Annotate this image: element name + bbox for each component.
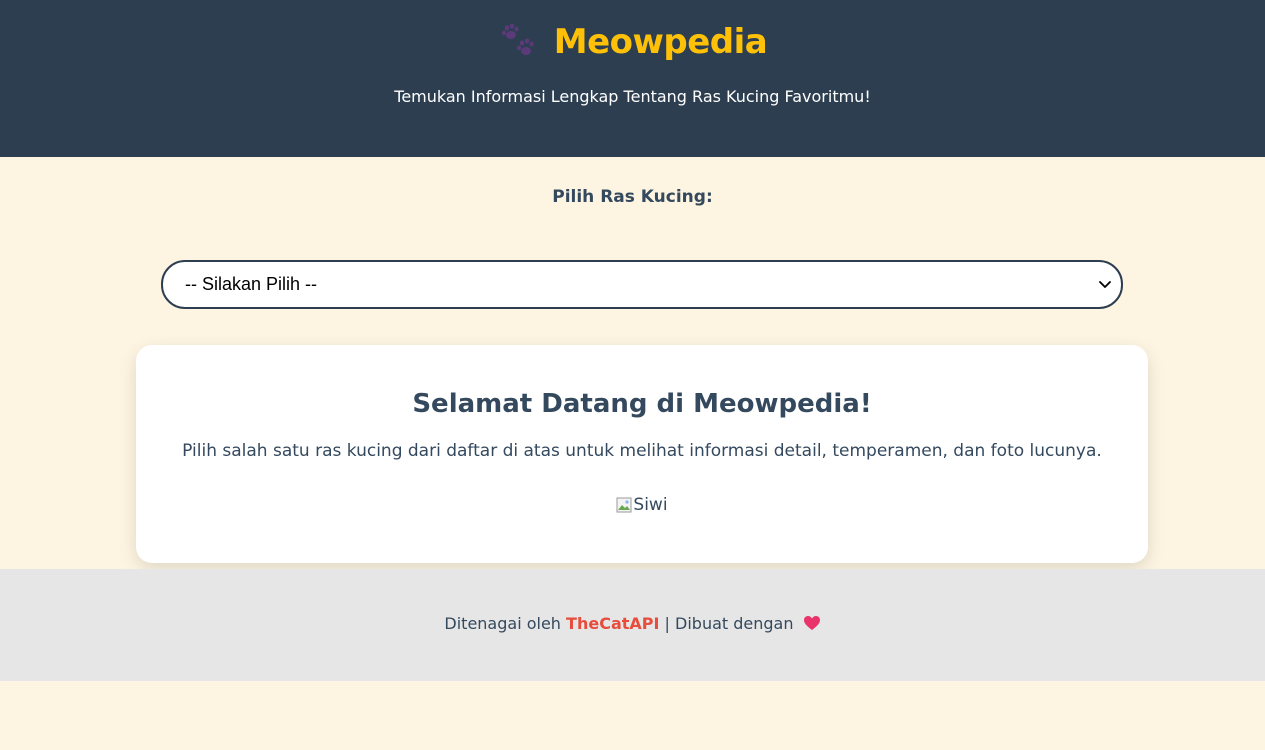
breed-select-label: Pilih Ras Kucing:	[552, 187, 713, 207]
broken-image-alt: Siwi	[633, 495, 668, 515]
welcome-card: Selamat Datang di Meowpedia! Pilih salah…	[136, 345, 1148, 563]
footer-suffix: | Dibuat dengan	[664, 614, 794, 633]
breed-select[interactable]: -- Silakan Pilih --	[161, 260, 1123, 309]
site-header: Meowpedia Temukan Informasi Lengkap Tent…	[0, 0, 1265, 157]
brand: Meowpedia	[498, 18, 768, 66]
heart-icon	[803, 616, 820, 630]
main-content: Pilih Ras Kucing: -- Silakan Pilih -- Se…	[0, 187, 1265, 563]
footer-prefix: Ditenagai oleh	[444, 614, 561, 633]
thecatapi-link[interactable]: TheCatAPI	[566, 614, 659, 633]
chevron-down-icon	[1099, 280, 1111, 288]
site-title: Meowpedia	[553, 22, 768, 62]
site-footer: Ditenagai oleh TheCatAPI | Dibuat dengan	[0, 569, 1265, 681]
broken-image-icon	[616, 497, 632, 513]
paw-prints-icon	[501, 23, 534, 55]
breed-select-value: -- Silakan Pilih --	[185, 274, 318, 294]
site-tagline: Temukan Informasi Lengkap Tentang Ras Ku…	[394, 87, 871, 106]
welcome-text: Pilih salah satu ras kucing dari daftar …	[182, 441, 1102, 461]
welcome-title: Selamat Datang di Meowpedia!	[412, 389, 872, 419]
broken-image: Siwi	[616, 495, 668, 515]
